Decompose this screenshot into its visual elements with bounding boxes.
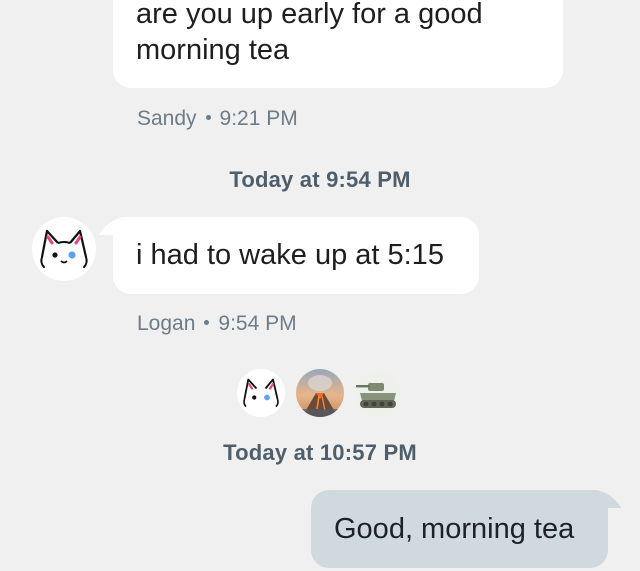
- meta-dot: [205, 114, 211, 120]
- tank-avatar-icon[interactable]: [354, 369, 402, 417]
- cat-face-icon[interactable]: [237, 369, 285, 417]
- message-bubble-outgoing[interactable]: Good, morning tea: [311, 490, 608, 568]
- message-text: i had to wake up at 5:15: [136, 239, 444, 271]
- sender-name: Logan: [137, 312, 196, 335]
- message-bubble-logan[interactable]: i had to wake up at 5:15: [113, 217, 479, 294]
- message-time: 9:21 PM: [219, 107, 298, 130]
- sender-name: Sandy: [137, 107, 197, 130]
- message-meta-logan: Logan 9:54 PM: [137, 312, 297, 336]
- message-text: Good, morning tea: [334, 513, 575, 545]
- message-time: 9:54 PM: [218, 312, 297, 335]
- message-bubble-sandy[interactable]: are you up early for a good morning tea: [113, 0, 563, 88]
- date-separator: Today at 9:54 PM: [229, 167, 411, 192]
- message-text: are you up early for a good morning tea: [136, 0, 483, 66]
- cat-face-icon[interactable]: [32, 217, 96, 281]
- meta-dot: [204, 319, 210, 325]
- date-separator: Today at 10:57 PM: [223, 440, 417, 465]
- volcano-avatar-icon[interactable]: [296, 369, 344, 417]
- message-meta-sandy: Sandy 9:21 PM: [137, 107, 298, 131]
